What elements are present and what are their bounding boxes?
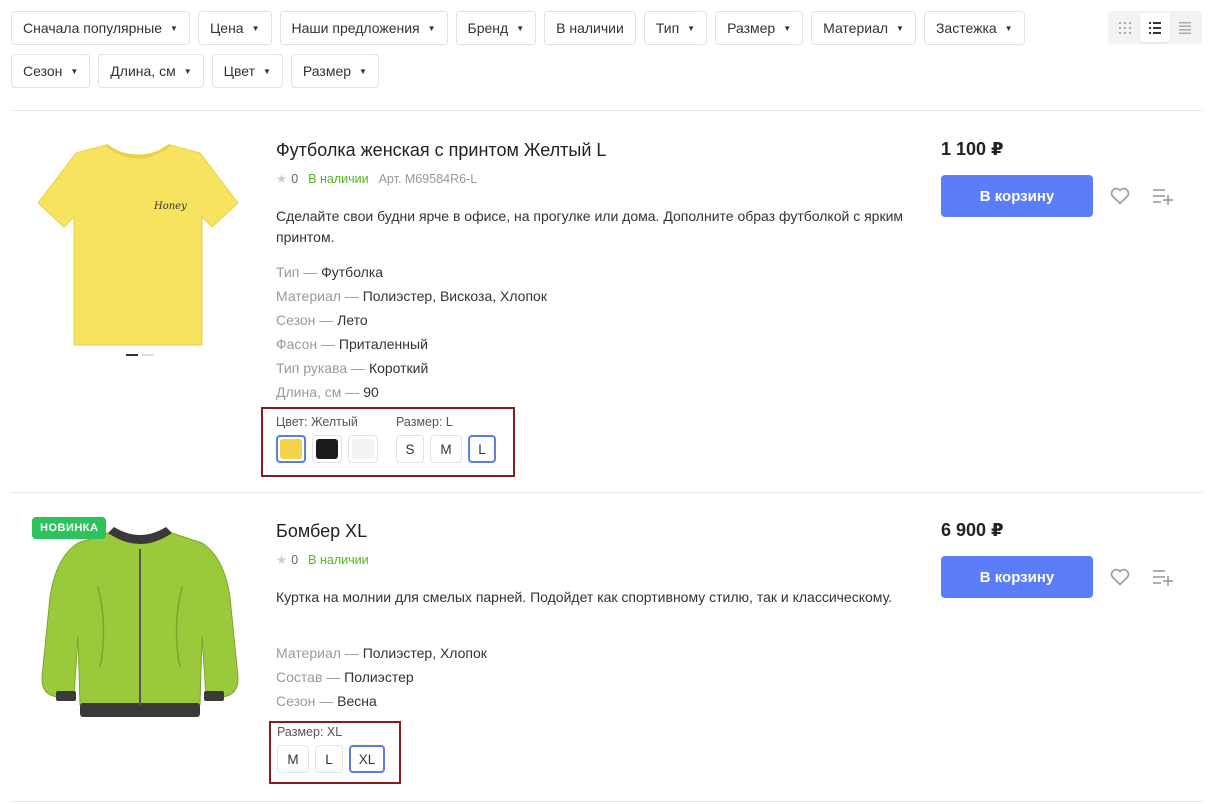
product-price: 6 900 ₽ [941,520,1004,540]
svg-text:Honey: Honey [153,201,187,212]
filter-fastener[interactable]: Застежка ▼ [923,11,1025,45]
variant-selector: Размер: XL M L XL [269,721,401,784]
filter-season[interactable]: Сезон ▼ [11,54,91,88]
rating: ★ 0 [276,552,299,568]
filter-price[interactable]: Цена ▼ [197,11,272,45]
filter-row-1: Сначала популярные ▼ Цена ▼ Наши предложен… [11,11,1041,45]
heart-icon[interactable] [1107,564,1133,590]
prop-row: Сезон — Лето [276,312,368,328]
divider [11,492,1203,493]
image-pager [126,354,154,356]
divider [11,110,1203,111]
size-option-xl[interactable]: XL [349,745,385,773]
rating: ★ 0 [276,171,299,187]
star-icon: ★ [276,553,288,567]
star-icon: ★ [276,172,288,186]
stock-status: В наличии [308,171,369,186]
compare-add-icon[interactable] [1150,183,1176,209]
prop-row: Фасон — Приталенный [276,336,428,352]
product-props: Материал — Полиэстер, Хлопок Состав — По… [276,641,487,713]
filter-sort[interactable]: Сначала популярные ▼ [11,11,190,45]
variant-selector: Цвет: Желтый Размер: L S M L [261,407,515,477]
filter-in-stock[interactable]: В наличии [544,11,636,45]
compact-list-icon[interactable] [1170,13,1200,42]
new-badge: НОВИНКА [32,517,107,539]
stock-status: В наличии [308,552,369,567]
heart-icon[interactable] [1107,183,1133,209]
pager-dot[interactable] [142,354,154,356]
filter-material[interactable]: Материал ▼ [811,11,916,45]
product-meta: ★ 0 В наличии Арт. M69584R6-L [276,171,478,187]
size-option-m[interactable]: M [430,435,462,463]
size-group: Размер: XL M L XL [277,725,385,773]
prop-row: Сезон — Весна [276,693,377,709]
caret-down-icon: ▼ [263,66,271,76]
color-group: Цвет: Желтый [276,415,378,463]
caret-down-icon: ▼ [783,23,792,33]
color-swatch-black[interactable] [312,435,342,463]
product-title[interactable]: Футболка женская с принтом Желтый L [276,140,606,161]
filter-bar: Сначала популярные ▼ Цена ▼ Наши предложен… [11,11,1041,97]
caret-down-icon: ▼ [1004,23,1013,33]
product-image-bomber[interactable] [38,527,242,721]
caret-down-icon: ▼ [516,23,525,33]
caret-down-icon: ▼ [359,66,367,76]
add-to-cart-button[interactable]: В корзину [941,175,1093,217]
size-label: Размер: XL [277,725,343,739]
size-option-s[interactable]: S [396,435,424,463]
product-description: Куртка на молнии для смелых парней. Подо… [276,589,893,605]
filter-color[interactable]: Цвет ▼ [211,54,283,88]
filter-length[interactable]: Длина, см ▼ [98,54,204,88]
size-option-l[interactable]: L [315,745,343,773]
caret-down-icon: ▼ [70,66,79,76]
prop-row: Состав — Полиэстер [276,669,414,685]
compare-add-icon[interactable] [1150,564,1176,590]
color-swatch-yellow[interactable] [276,435,306,463]
caret-down-icon: ▼ [251,23,260,33]
product-image-tshirt[interactable]: Honey [36,143,240,347]
filter-size[interactable]: Размер ▼ [715,11,804,45]
product-meta: ★ 0 В наличии [276,552,369,568]
caret-down-icon: ▼ [183,66,192,76]
product-price: 1 100 ₽ [941,139,1004,159]
sku: Арт. M69584R6-L [378,171,478,186]
product-props: Тип — Футболка Материал — Полиэстер, Вис… [276,260,547,404]
product-description: Сделайте свои будни ярче в офисе, на про… [276,208,904,245]
size-group: Размер: L S M L [396,415,496,463]
add-to-cart-button[interactable]: В корзину [941,556,1093,598]
pager-dot[interactable] [126,354,138,356]
size-label: Размер: L [396,415,453,429]
filter-offers[interactable]: Наши предложения ▼ [279,11,448,45]
color-swatch-white[interactable] [348,435,378,463]
filter-brand[interactable]: Бренд ▼ [455,11,537,45]
prop-row: Тип рукава — Короткий [276,360,429,376]
prop-row: Материал — Полиэстер, Хлопок [276,645,487,661]
list-view-icon[interactable] [1140,13,1170,42]
color-label: Цвет: Желтый [276,415,358,429]
filter-type[interactable]: Тип ▼ [643,11,708,45]
product-title[interactable]: Бомбер XL [276,521,367,542]
size-option-l[interactable]: L [468,435,496,463]
caret-down-icon: ▼ [427,23,436,33]
prop-row: Длина, см — 90 [276,384,379,400]
caret-down-icon: ▼ [170,23,178,33]
caret-down-icon: ▼ [896,23,904,33]
filter-size-2[interactable]: Размер ▼ [290,54,379,88]
divider [11,801,1203,802]
prop-row: Тип — Футболка [276,264,384,280]
grid-view-icon[interactable] [1110,13,1140,42]
size-option-m[interactable]: M [277,745,309,773]
filter-row-2: Сезон ▼ Длина, см ▼ Цвет ▼ Размер ▼ [11,54,1041,88]
caret-down-icon: ▼ [687,23,696,33]
prop-row: Материал — Полиэстер, Вискоза, Хлопок [276,288,547,304]
view-switch [1108,11,1202,44]
